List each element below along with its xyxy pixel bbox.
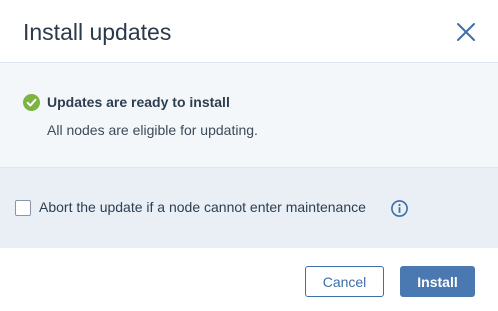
dialog-footer: Cancel Install bbox=[0, 248, 498, 311]
status-panel: Updates are ready to install All nodes a… bbox=[0, 63, 498, 168]
dialog-header: Install updates bbox=[0, 0, 498, 63]
status-description: All nodes are eligible for updating. bbox=[47, 122, 258, 138]
abort-checkbox-label[interactable]: Abort the update if a node cannot enter … bbox=[39, 199, 366, 216]
cancel-button[interactable]: Cancel bbox=[305, 266, 384, 297]
check-circle-icon bbox=[23, 94, 40, 111]
abort-checkbox[interactable] bbox=[15, 200, 31, 216]
install-updates-dialog: Install updates Updates are ready to ins… bbox=[0, 0, 498, 311]
install-button[interactable]: Install bbox=[400, 266, 475, 297]
info-icon[interactable] bbox=[391, 200, 408, 217]
close-icon[interactable] bbox=[454, 20, 478, 44]
status-title: Updates are ready to install bbox=[47, 94, 230, 110]
dialog-title: Install updates bbox=[23, 19, 172, 45]
abort-option-panel: Abort the update if a node cannot enter … bbox=[0, 168, 498, 248]
